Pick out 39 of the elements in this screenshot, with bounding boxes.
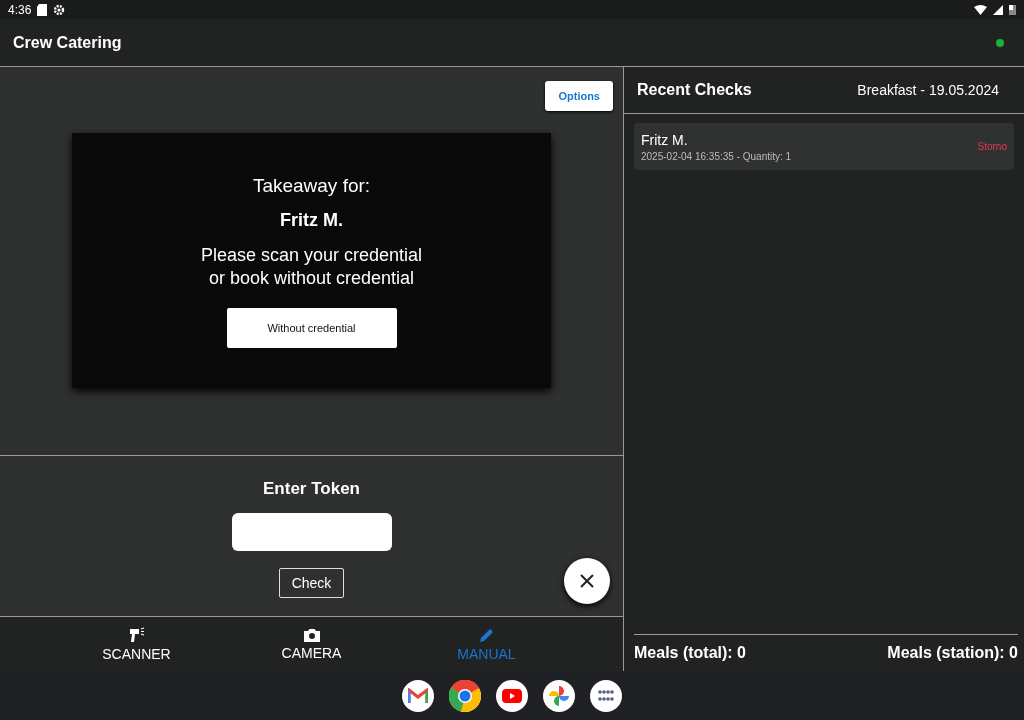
- barcode-scanner-icon: [128, 626, 145, 643]
- pencil-icon: [478, 626, 495, 643]
- app-icon[interactable]: [496, 679, 528, 712]
- dialog-heading: Takeaway for:: [252, 175, 371, 197]
- token-heading: Enter Token: [263, 479, 360, 499]
- close-button[interactable]: [564, 558, 610, 604]
- wifi-icon: [974, 4, 987, 15]
- guest-name: Fritz M.: [280, 210, 343, 231]
- sd-card-icon: [37, 3, 48, 16]
- browser-icon: [449, 679, 481, 712]
- meals-station: Meals (station): 0: [887, 644, 1018, 662]
- options-button[interactable]: Options: [545, 81, 613, 111]
- app-drawer-button[interactable]: [590, 679, 622, 712]
- dots-grid-icon: [598, 690, 614, 701]
- check-button[interactable]: Check: [278, 568, 345, 598]
- check-entry[interactable]: Fritz M. 2025-02-04 16:35:35 - Quantity: 1 Storno: [634, 123, 1014, 170]
- signal-icon: [993, 4, 1003, 15]
- token-input-field[interactable]: [231, 513, 392, 551]
- battery-icon: [1009, 4, 1016, 15]
- app-icon[interactable]: [543, 679, 575, 712]
- without-credential-button[interactable]: Without credential: [226, 308, 397, 348]
- app-title: Crew Catering: [13, 33, 122, 52]
- recent-checks-title: Recent Checks: [637, 81, 752, 99]
- app-icon[interactable]: [402, 679, 434, 712]
- entry-detail: 2025-02-04 16:35:35 - Quantity: 1: [641, 150, 792, 162]
- meals-total: Meals (total): 0: [634, 644, 746, 662]
- envelope-m-icon: [408, 688, 428, 703]
- meal-date: Breakfast - 19.05.2024: [857, 82, 999, 98]
- clock: 4:36: [8, 2, 32, 17]
- play-icon: [502, 688, 522, 703]
- dialog-message: Please scan your credential or book without credential: [200, 244, 423, 290]
- pinwheel-icon: [548, 684, 570, 707]
- nav-tab[interactable]: SCANNER: [49, 617, 224, 671]
- camera-icon: [303, 627, 320, 642]
- gear-icon: [53, 3, 66, 16]
- nav-tab[interactable]: CAMERA: [224, 617, 399, 671]
- close-icon: [580, 574, 594, 588]
- entry-name: Fritz M.: [641, 131, 689, 148]
- app-icon[interactable]: [449, 679, 481, 712]
